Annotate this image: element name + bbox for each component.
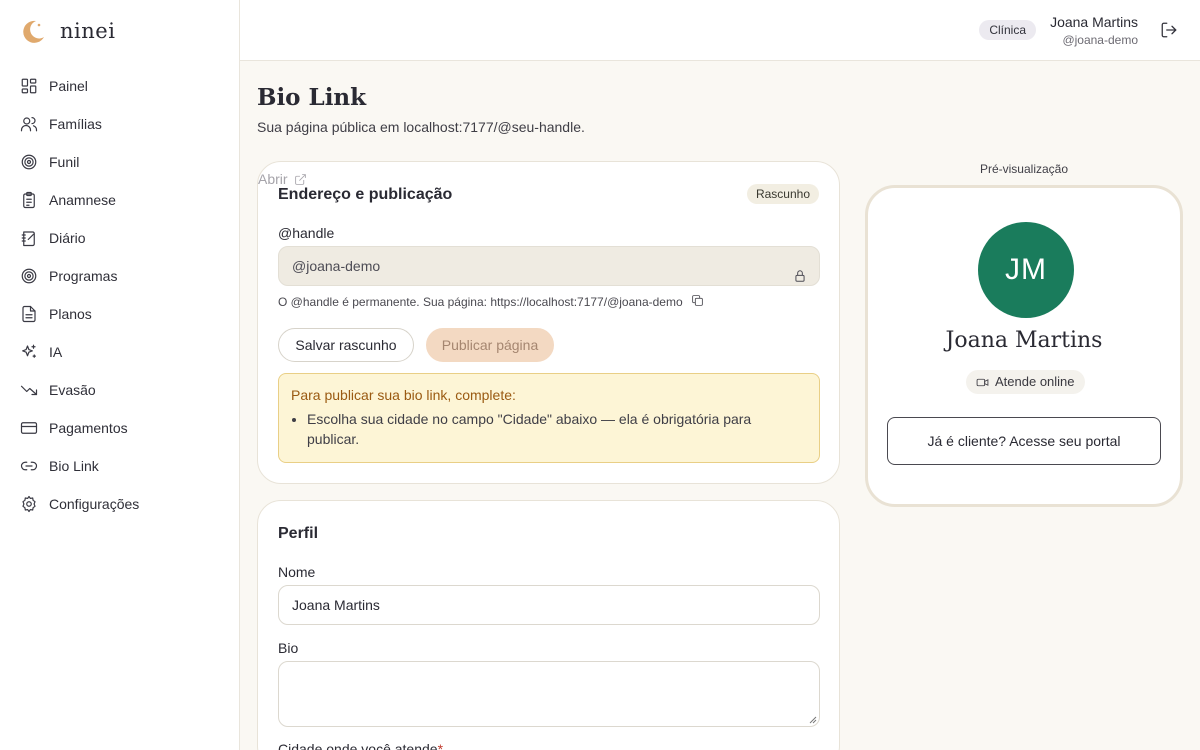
handle-label: @handle: [278, 225, 335, 241]
name-field[interactable]: Joana Martins: [278, 585, 820, 625]
sidebar-item-label: Painel: [49, 78, 88, 94]
resize-handle-icon[interactable]: [809, 716, 817, 724]
preview-name: Joana Martins: [945, 328, 1103, 353]
city-label-text: Cidade onde você atende: [278, 741, 438, 750]
sidebar-item-ia[interactable]: IA: [0, 333, 240, 371]
lock-icon: [793, 259, 807, 282]
user-name: Joana Martins: [1050, 14, 1138, 30]
profile-card: Perfil Nome Joana Martins Bio Cidade ond…: [257, 500, 840, 750]
sidebar-item-label: Evasão: [49, 382, 96, 398]
sidebar-item-planos[interactable]: Planos: [0, 295, 240, 333]
gear-icon: [22, 495, 36, 513]
logout-button[interactable]: [1160, 21, 1178, 39]
preview-title: Pré-visualização: [979, 162, 1069, 176]
external-link-icon: [294, 173, 306, 185]
alert-item: Escolha sua cidade no campo "Cidade" aba…: [307, 409, 807, 449]
sidebar-item-label: Anamnese: [49, 192, 116, 208]
page-subtitle: Sua página pública em localhost:7177/@se…: [257, 119, 585, 135]
crescent-moon-icon: [23, 20, 44, 43]
sidebar-nav: Painel Famílias Funil Anamnese Diário Pr…: [0, 67, 240, 523]
handle-value: @joana-demo: [292, 258, 381, 274]
sidebar-item-label: IA: [49, 344, 63, 360]
sidebar-item-label: Configurações: [49, 496, 140, 512]
target-icon: [21, 154, 37, 170]
video-camera-icon: [976, 378, 989, 386]
alert-title: Para publicar sua bio link, complete:: [291, 387, 516, 403]
sidebar-item-label: Programas: [49, 268, 118, 284]
preview-frame: JM Joana Martins Atende online Já é clie…: [865, 185, 1183, 507]
sidebar-item-funil[interactable]: Funil: [0, 143, 240, 181]
trend-down-icon: [20, 385, 38, 396]
logout-icon: [1161, 22, 1177, 38]
sidebar-item-painel[interactable]: Painel: [0, 67, 240, 105]
link-icon: [20, 461, 38, 471]
sidebar: ninei Painel Famílias Funil Anamnese Diá…: [0, 0, 240, 750]
sidebar-item-label: Famílias: [49, 116, 102, 132]
sidebar-item-label: Planos: [49, 306, 92, 322]
sidebar-item-evasao[interactable]: Evasão: [0, 371, 240, 409]
handle-hint: O @handle é permanente. Sua página: http…: [278, 294, 704, 310]
file-icon: [22, 305, 36, 323]
user-info: Joana Martins @joana-demo: [1050, 14, 1138, 49]
page-title: Bio Link: [257, 84, 367, 111]
save-draft-button[interactable]: Salvar rascunho: [278, 328, 414, 362]
users-icon: [20, 117, 38, 132]
sparkles-icon: [22, 344, 36, 358]
sidebar-item-label: Diário: [49, 230, 86, 246]
online-chip-label: Atende online: [995, 374, 1075, 389]
sidebar-item-label: Pagamentos: [49, 420, 128, 436]
sidebar-item-familias[interactable]: Famílias: [0, 105, 240, 143]
publish-button[interactable]: Publicar página: [426, 328, 554, 362]
notebook-icon: [21, 231, 35, 247]
sidebar-item-label: Bio Link: [49, 458, 99, 474]
avatar: JM: [978, 222, 1074, 318]
bio-textarea[interactable]: [278, 661, 820, 727]
handle-field[interactable]: @joana-demo: [278, 246, 820, 286]
city-label: Cidade onde você atende*: [278, 741, 443, 750]
publication-card: Endereço e publicação Rascunho @handle @…: [257, 161, 840, 484]
target-icon: [21, 268, 37, 284]
clipboard-icon: [23, 191, 35, 209]
sidebar-item-anamnese[interactable]: Anamnese: [0, 181, 240, 219]
sidebar-item-configuracoes[interactable]: Configurações: [0, 485, 240, 523]
name-label: Nome: [278, 564, 316, 580]
handle-hint-text: O @handle é permanente. Sua página: http…: [278, 295, 683, 309]
top-bar: Clínica Joana Martins @joana-demo: [240, 0, 1200, 61]
sidebar-item-pagamentos[interactable]: Pagamentos: [0, 409, 240, 447]
publish-requirements-alert: Para publicar sua bio link, complete: Es…: [278, 373, 820, 463]
dashboard-icon: [21, 78, 37, 94]
sidebar-item-label: Funil: [49, 154, 80, 170]
brand-name: ninei: [60, 19, 116, 43]
role-badge: Clínica: [979, 20, 1036, 40]
publication-card-title: Endereço e publicação: [278, 186, 453, 203]
bio-label: Bio: [278, 640, 299, 656]
name-value: Joana Martins: [292, 597, 380, 613]
sidebar-item-programas[interactable]: Programas: [0, 257, 240, 295]
copy-icon[interactable]: [691, 294, 704, 310]
alert-list: Escolha sua cidade no campo "Cidade" aba…: [307, 409, 807, 449]
sidebar-item-bio-link[interactable]: Bio Link: [0, 447, 240, 485]
brand[interactable]: ninei: [20, 18, 115, 44]
status-badge: Rascunho: [746, 184, 819, 204]
user-handle: @joana-demo: [1062, 33, 1138, 47]
sidebar-item-diario[interactable]: Diário: [0, 219, 240, 257]
client-portal-button[interactable]: Já é cliente? Acesse seu portal: [887, 417, 1161, 465]
online-chip: Atende online: [966, 370, 1085, 394]
credit-card-icon: [20, 422, 38, 434]
profile-card-title: Perfil: [278, 525, 319, 542]
required-mark: *: [437, 741, 444, 750]
